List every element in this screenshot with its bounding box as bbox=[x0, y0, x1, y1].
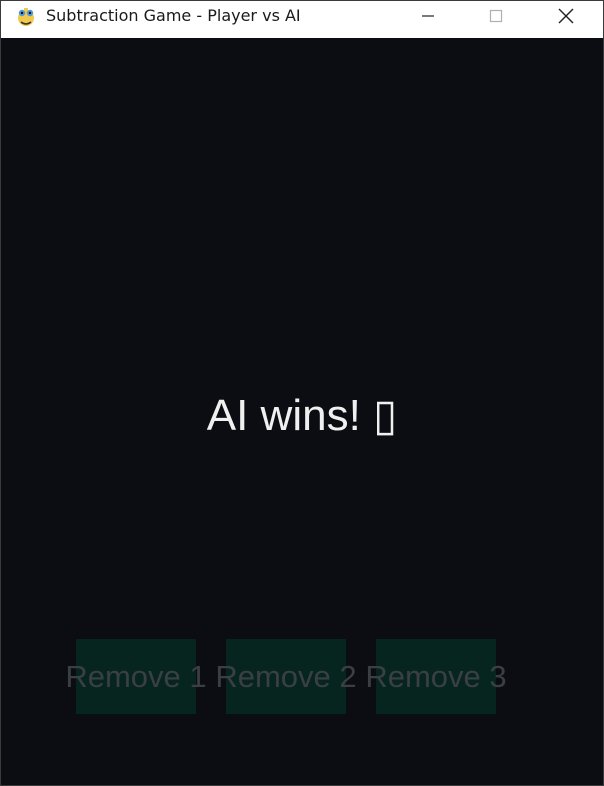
remove-1-button[interactable]: Remove 1 bbox=[65, 639, 207, 714]
python-snake-icon bbox=[14, 5, 38, 29]
game-window: Subtraction Game - Player vs AI AI wins!… bbox=[0, 0, 604, 786]
game-canvas: AI wins! ▯ Remove 1 Remove 2 Remove 3 bbox=[1, 38, 603, 785]
close-button[interactable] bbox=[543, 1, 589, 31]
minimize-button[interactable] bbox=[405, 1, 451, 31]
window-title: Subtraction Game - Player vs AI bbox=[46, 6, 301, 25]
maximize-icon bbox=[489, 9, 503, 23]
remove-2-button[interactable]: Remove 2 bbox=[215, 639, 357, 714]
remove-2-label: Remove 2 bbox=[215, 658, 357, 694]
remove-3-button[interactable]: Remove 3 bbox=[365, 639, 507, 714]
close-icon bbox=[558, 8, 574, 24]
remove-1-label: Remove 1 bbox=[65, 658, 207, 694]
game-result-message: AI wins! ▯ bbox=[206, 391, 398, 440]
remove-3-label: Remove 3 bbox=[365, 658, 507, 694]
minimize-icon bbox=[422, 15, 434, 17]
title-bar[interactable]: Subtraction Game - Player vs AI bbox=[1, 1, 603, 38]
maximize-button[interactable] bbox=[473, 1, 519, 31]
